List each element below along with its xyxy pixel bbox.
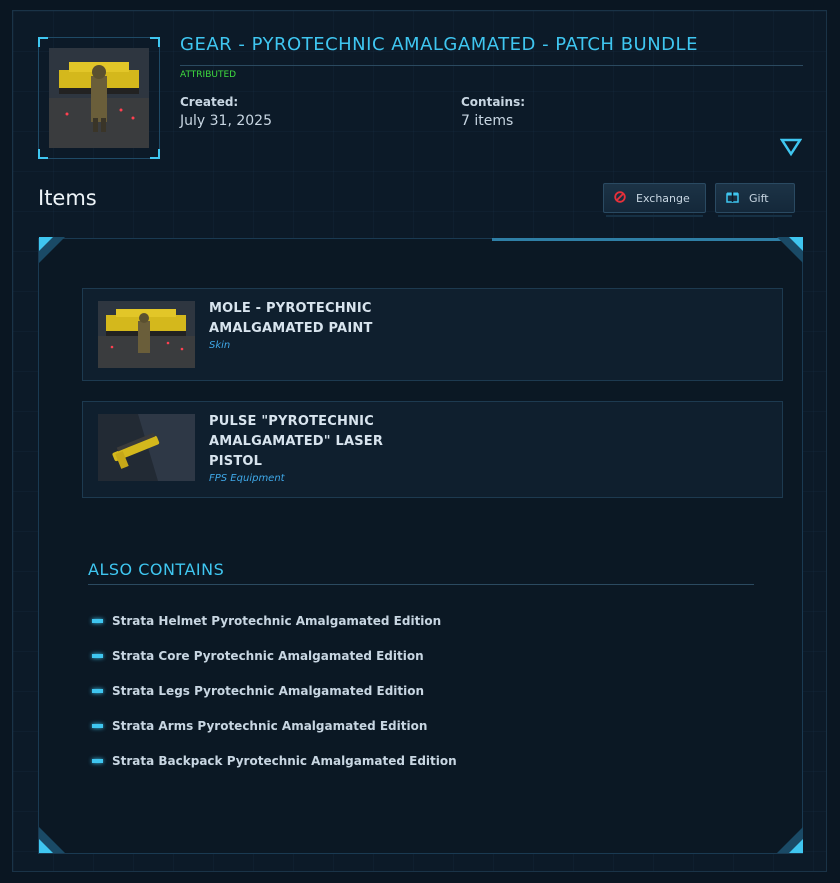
item-card[interactable]: PULSE "PYROTECHNIC AMALGAMATED" LASER PI…	[82, 401, 783, 498]
list-item: Strata Backpack Pyrotechnic Amalgamated …	[92, 752, 457, 770]
gift-label: Gift	[749, 191, 769, 205]
corner-ornament	[39, 237, 65, 263]
item-name: MOLE - PYROTECHNIC AMALGAMATED PAINT	[209, 301, 373, 336]
item-thumbnail	[98, 301, 195, 368]
bullet-icon	[92, 724, 103, 728]
frame-corner	[150, 149, 160, 159]
contains-value: 7 items	[461, 113, 514, 129]
gift-button[interactable]: Gift	[715, 183, 795, 217]
expand-toggle-button[interactable]	[779, 137, 803, 157]
list-item-label: Strata Core Pyrotechnic Amalgamated Edit…	[112, 649, 424, 663]
frame-corner	[38, 37, 48, 47]
gift-box-icon	[726, 190, 739, 206]
frame-corner	[150, 37, 160, 47]
list-item-label: Strata Helmet Pyrotechnic Amalgamated Ed…	[112, 614, 442, 628]
items-heading: Items	[38, 186, 97, 210]
bullet-icon	[92, 689, 103, 693]
bullet-icon	[92, 619, 103, 623]
item-name: PULSE "PYROTECHNIC AMALGAMATED" LASER PI…	[209, 414, 384, 469]
contains-label: Contains:	[461, 95, 526, 109]
title-divider	[180, 65, 803, 66]
bullet-icon	[92, 654, 103, 658]
list-item: Strata Arms Pyrotechnic Amalgamated Edit…	[92, 717, 427, 735]
bundle-thumbnail-frame	[38, 37, 160, 159]
frame-corner	[38, 149, 48, 159]
status-badge: ATTRIBUTED	[180, 70, 237, 80]
chevron-down-icon	[779, 138, 803, 157]
list-item-label: Strata Arms Pyrotechnic Amalgamated Edit…	[112, 719, 428, 733]
corner-ornament	[777, 237, 803, 263]
item-type: FPS Equipment	[209, 473, 285, 484]
item-card[interactable]: MOLE - PYROTECHNIC AMALGAMATED PAINT Ski…	[82, 288, 783, 381]
corner-ornament	[777, 827, 803, 853]
container-accent-bar	[492, 238, 782, 241]
created-value: July 31, 2025	[180, 113, 272, 129]
list-item-label: Strata Legs Pyrotechnic Amalgamated Edit…	[112, 684, 425, 698]
item-type: Skin	[209, 340, 231, 351]
created-label: Created:	[180, 95, 239, 109]
list-item-label: Strata Backpack Pyrotechnic Amalgamated …	[112, 754, 457, 768]
bundle-thumbnail	[49, 48, 149, 148]
exchange-label: Exchange	[636, 191, 690, 205]
corner-ornament	[39, 827, 65, 853]
also-contains-divider	[88, 584, 754, 585]
also-contains-heading: ALSO CONTAINS	[88, 560, 225, 579]
no-entry-icon	[614, 190, 626, 206]
bundle-title: GEAR - PYROTECHNIC AMALGAMATED - PATCH B…	[180, 34, 698, 55]
list-item: Strata Legs Pyrotechnic Amalgamated Edit…	[92, 682, 424, 700]
bullet-icon	[92, 759, 103, 763]
item-thumbnail	[98, 414, 195, 481]
exchange-button[interactable]: Exchange	[603, 183, 706, 217]
list-item: Strata Helmet Pyrotechnic Amalgamated Ed…	[92, 612, 441, 630]
list-item: Strata Core Pyrotechnic Amalgamated Edit…	[92, 647, 424, 665]
